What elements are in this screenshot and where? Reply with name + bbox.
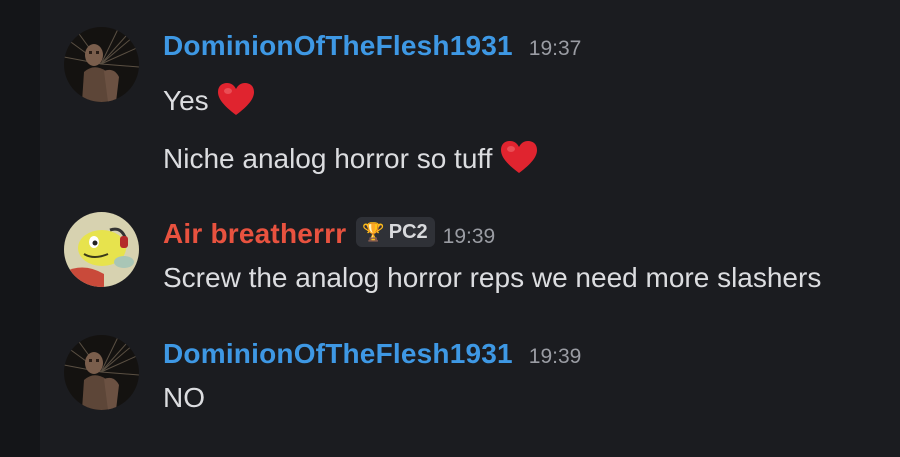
tag-label: PC2 — [388, 220, 428, 243]
message-text: Yes — [163, 82, 255, 123]
timestamp[interactable]: 19:39 — [529, 345, 582, 369]
avatar-image — [64, 212, 139, 287]
avatar[interactable] — [64, 27, 139, 102]
message-content: Yes — [163, 85, 209, 116]
message-header: DominionOfTheFlesh1931 19:39 — [163, 338, 581, 370]
avatar[interactable] — [64, 335, 139, 410]
timestamp[interactable]: 19:37 — [529, 37, 582, 61]
avatar[interactable] — [64, 212, 139, 287]
username[interactable]: DominionOfTheFlesh1931 — [163, 30, 513, 62]
message-text: Screw the analog horror reps we need mor… — [163, 262, 821, 294]
message-text: Niche analog horror so tuff — [163, 140, 538, 181]
message-header: Air breatherrr 🏆 PC2 19:39 — [163, 217, 496, 250]
heart-emoji — [500, 140, 538, 181]
message-content: Screw the analog horror reps we need mor… — [163, 262, 822, 293]
left-gutter — [0, 0, 40, 457]
timestamp[interactable]: 19:39 — [443, 225, 496, 249]
username[interactable]: DominionOfTheFlesh1931 — [163, 338, 513, 370]
avatar-image — [64, 27, 139, 102]
avatar-image — [64, 335, 139, 410]
message-header: DominionOfTheFlesh1931 19:37 — [163, 30, 581, 62]
message-text: NO — [163, 382, 205, 414]
username[interactable]: Air breatherrr — [163, 218, 346, 250]
message-content: Niche analog horror so tuff — [163, 143, 493, 174]
heart-emoji — [217, 82, 255, 123]
message-content: NO — [163, 382, 205, 413]
chat-message-list: DominionOfTheFlesh1931 19:37 Yes Niche a… — [40, 0, 900, 457]
role-tag[interactable]: 🏆 PC2 — [356, 217, 435, 247]
trophy-icon: 🏆 — [362, 221, 385, 242]
